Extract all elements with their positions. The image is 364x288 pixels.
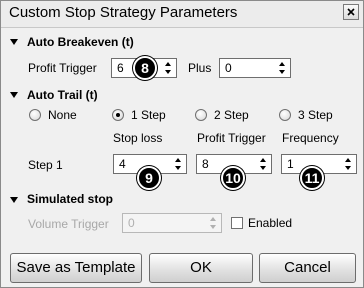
frequency-value: 1 [287,157,294,171]
auto-breakeven-heading: Auto Breakeven (t) [27,35,134,49]
collapse-auto-trail-icon[interactable] [10,92,18,98]
enabled-checkbox[interactable] [231,217,243,229]
column-header-profit-trigger: Profit Trigger [197,131,266,145]
column-header-stop-loss: Stop loss [113,131,163,145]
radio-none-label: None [48,108,77,122]
profit-trigger-value: 6 [117,61,124,75]
stop-strategy-dialog: Custom Stop Strategy Parameters Auto Bre… [0,0,364,288]
volume-trigger-label: Volume Trigger [28,217,109,231]
stop-loss-value: 4 [119,157,126,171]
step-1-label: Step 1 [28,158,63,172]
callout-badge-9: 9 [137,166,161,190]
title-bar: Custom Stop Strategy Parameters [1,1,363,28]
ok-button[interactable]: OK [149,253,253,283]
simulated-stop-heading: Simulated stop [27,192,114,206]
plus-label: Plus [188,61,212,75]
column-header-frequency: Frequency [282,131,339,145]
collapse-simulated-stop-icon[interactable] [10,197,18,203]
radio-1-step-label: 1 Step [131,108,166,122]
save-as-template-button[interactable]: Save as Template [10,253,142,283]
callout-badge-11: 11 [300,166,324,190]
radio-2-step[interactable] [195,109,207,121]
spin-arrows-icon[interactable] [210,216,218,230]
profit-trigger-step-value: 8 [202,157,209,171]
radio-1-step[interactable] [112,109,124,121]
volume-trigger-stepper[interactable]: 0 [122,213,222,233]
close-button[interactable] [343,4,359,20]
profit-trigger-label: Profit Trigger [28,61,97,75]
plus-value: 0 [225,61,232,75]
radio-3-step-label: 3 Step [298,108,333,122]
volume-trigger-value: 0 [128,216,135,230]
callout-badge-8: 8 [133,56,157,80]
spin-arrows-icon[interactable] [175,157,183,171]
spin-arrows-icon[interactable] [165,61,173,75]
radio-none[interactable] [29,109,41,121]
plus-stepper[interactable]: 0 [219,58,291,78]
close-icon [347,8,355,16]
cancel-button[interactable]: Cancel [259,253,356,283]
enabled-label: Enabled [248,216,293,230]
radio-3-step[interactable] [279,109,291,121]
callout-badge-10: 10 [221,166,245,190]
spin-arrows-icon[interactable] [260,157,268,171]
window-title: Custom Stop Strategy Parameters [9,4,238,21]
auto-trail-heading: Auto Trail (t) [27,88,98,102]
radio-2-step-label: 2 Step [214,108,249,122]
spin-arrows-icon[interactable] [345,157,353,171]
collapse-auto-breakeven-icon[interactable] [10,39,18,45]
spin-arrows-icon[interactable] [279,61,287,75]
